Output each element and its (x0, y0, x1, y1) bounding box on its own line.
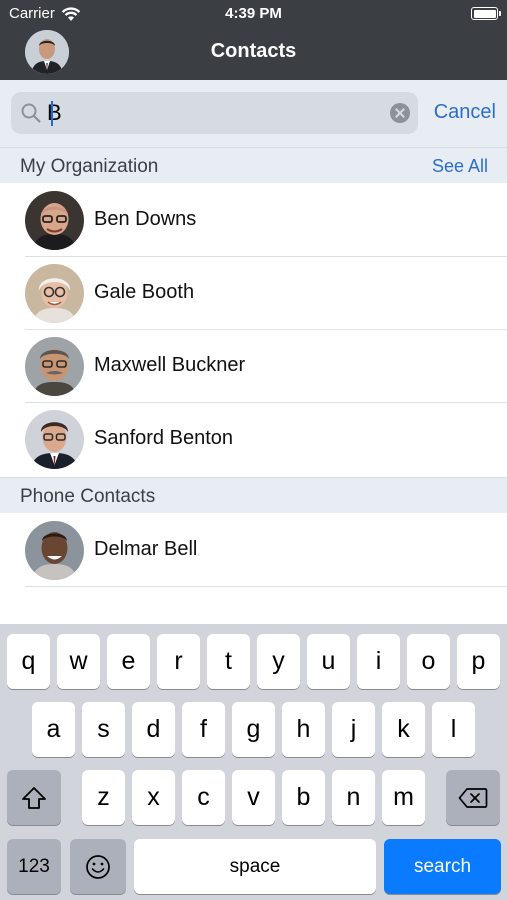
key-z[interactable]: z (82, 770, 125, 825)
key-x[interactable]: x (132, 770, 175, 825)
contact-avatar (25, 337, 84, 396)
key-o[interactable]: o (407, 634, 450, 689)
photo-glasses-suit-icon (25, 410, 84, 469)
search-key[interactable]: search (384, 839, 501, 894)
contact-name: Gale Booth (94, 281, 195, 303)
key-v[interactable]: v (232, 770, 275, 825)
key-k[interactable]: k (382, 702, 425, 757)
key-n[interactable]: n (332, 770, 375, 825)
emoji-icon (86, 854, 110, 879)
photo-smiling-man-icon (25, 521, 84, 580)
see-all-button[interactable]: See All (432, 156, 488, 177)
contact-name: Ben Downs (94, 208, 197, 230)
key-f[interactable]: f (182, 702, 225, 757)
section-title: Phone Contacts (20, 486, 156, 507)
photo-gray-hair-glasses-icon (25, 264, 84, 323)
space-key[interactable]: space (134, 839, 376, 894)
key-p[interactable]: p (457, 634, 500, 689)
contact-avatar (25, 410, 84, 469)
key-h[interactable]: h (282, 702, 325, 757)
key-d[interactable]: d (132, 702, 175, 757)
row-divider (25, 586, 507, 587)
contact-avatar (25, 521, 84, 580)
key-l[interactable]: l (432, 702, 475, 757)
photo-mustache-glasses-icon (25, 337, 84, 396)
key-b[interactable]: b (282, 770, 325, 825)
section-title: My Organization (20, 156, 159, 177)
key-t[interactable]: t (207, 634, 250, 689)
onscreen-keyboard: q w e r t y u i o p a s d f g h j k l z … (0, 624, 507, 900)
key-s[interactable]: s (82, 702, 125, 757)
key-q[interactable]: q (7, 634, 50, 689)
section-header-my-organization: My Organization See All (0, 147, 507, 183)
contact-row[interactable]: Ben Downs (0, 184, 507, 257)
contact-name: Maxwell Buckner (94, 354, 246, 376)
shift-key[interactable] (7, 770, 61, 825)
contact-name: Delmar Bell (94, 538, 198, 560)
shift-icon (22, 786, 46, 809)
key-a[interactable]: a (32, 702, 75, 757)
photo-bald-glasses-icon (25, 191, 84, 250)
text-cursor (51, 100, 53, 126)
contact-avatar (25, 191, 84, 250)
contact-name: Sanford Benton (94, 427, 233, 449)
contact-row[interactable]: Gale Booth (0, 257, 507, 330)
key-m[interactable]: m (382, 770, 425, 825)
navigation-header: Carrier 4:39 PM Contacts (0, 0, 507, 80)
contact-row[interactable]: Sanford Benton (0, 403, 507, 476)
key-c[interactable]: c (182, 770, 225, 825)
search-icon (21, 103, 41, 123)
contact-row[interactable]: Maxwell Buckner (0, 330, 507, 403)
emoji-key[interactable] (70, 839, 126, 894)
cancel-button[interactable]: Cancel (434, 101, 496, 124)
key-j[interactable]: j (332, 702, 375, 757)
key-e[interactable]: e (107, 634, 150, 689)
key-w[interactable]: w (57, 634, 100, 689)
battery-icon (471, 7, 501, 20)
search-input[interactable] (47, 100, 347, 126)
section-header-phone-contacts: Phone Contacts (0, 477, 507, 513)
key-y[interactable]: y (257, 634, 300, 689)
contact-row[interactable]: Delmar Bell (0, 514, 507, 587)
backspace-icon (458, 787, 488, 808)
page-title: Contacts (210, 40, 297, 62)
search-field[interactable] (11, 92, 418, 134)
key-i[interactable]: i (357, 634, 400, 689)
numbers-key[interactable]: 123 (7, 839, 61, 894)
contact-avatar (25, 264, 84, 323)
status-time: 4:39 PM (225, 5, 282, 22)
key-r[interactable]: r (157, 634, 200, 689)
key-g[interactable]: g (232, 702, 275, 757)
status-bar: Carrier 4:39 PM (0, 0, 507, 28)
search-bar: Cancel (0, 80, 507, 147)
clear-search-icon[interactable] (390, 103, 410, 123)
backspace-key[interactable] (446, 770, 500, 825)
key-u[interactable]: u (307, 634, 350, 689)
